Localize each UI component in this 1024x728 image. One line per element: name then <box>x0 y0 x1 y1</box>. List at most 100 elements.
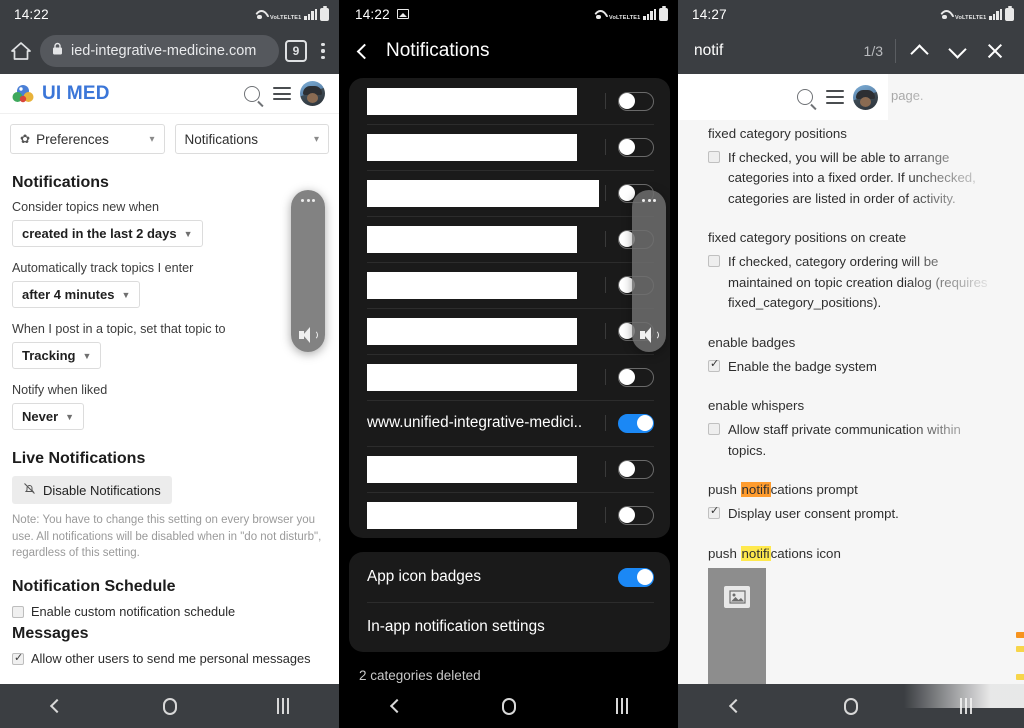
field-label-0: Consider topics new when <box>12 200 160 214</box>
volume-slider-overlay[interactable] <box>632 190 666 352</box>
dropdown-consider-topics-new[interactable]: created in the last 2 days ▼ <box>12 220 203 247</box>
table-row[interactable] <box>349 216 670 262</box>
scroll-marker[interactable] <box>1016 674 1024 680</box>
find-in-page-panel: 14:27 VoLTELTE1 notif 1/3 page. fixed ca… <box>678 0 1024 728</box>
dropdown-value: Never <box>22 409 59 424</box>
setting-checkbox[interactable] <box>708 151 720 163</box>
volume-slider-overlay[interactable] <box>291 190 325 352</box>
section-title-schedule: Notification Schedule <box>12 578 176 596</box>
dropdown-auto-track[interactable]: after 4 minutes ▼ <box>12 281 141 308</box>
schedule-checkbox-row[interactable]: Enable custom notification schedule <box>12 604 327 619</box>
setting-checkbox[interactable] <box>708 255 720 268</box>
chevron-down-icon[interactable] <box>938 32 976 70</box>
nav-back-icon[interactable] <box>27 698 87 714</box>
setting-name-post: cations prompt <box>770 482 858 498</box>
nav-recents-icon[interactable] <box>253 698 313 714</box>
url-text: ied-integrative-medicine.com <box>71 43 257 59</box>
hamburger-icon[interactable] <box>267 86 297 101</box>
row-toggle[interactable] <box>618 137 654 157</box>
setting-checkbox[interactable] <box>708 357 720 372</box>
speaker-icon[interactable] <box>640 327 659 343</box>
chevron-down-icon: ▼ <box>82 350 92 361</box>
setting-enable-whispers: enable whispers Allow staff private comm… <box>708 398 996 461</box>
table-row[interactable] <box>349 262 670 308</box>
table-row[interactable] <box>349 170 670 216</box>
checkbox-allow-pms[interactable] <box>12 651 24 666</box>
row-divider <box>605 277 606 293</box>
setting-checkbox[interactable] <box>708 504 720 520</box>
row-toggle[interactable] <box>618 505 654 525</box>
back-arrow-icon[interactable] <box>356 43 373 59</box>
kebab-menu-icon[interactable] <box>313 42 333 60</box>
row-toggle[interactable] <box>618 367 654 387</box>
notifications-select[interactable]: Notifications ▾ <box>174 124 329 154</box>
row-toggle[interactable] <box>618 413 654 433</box>
setting-name-post: cations icon <box>770 545 841 561</box>
user-avatar[interactable] <box>850 84 880 110</box>
row-in-app-notification-settings[interactable]: In-app notification settings <box>349 602 670 652</box>
nav-back-icon[interactable] <box>706 698 766 714</box>
brand[interactable]: UI MED <box>12 83 110 105</box>
row-toggle[interactable] <box>618 91 654 111</box>
more-dots-icon[interactable] <box>641 199 657 202</box>
row-divider <box>605 231 606 247</box>
scroll-marker-active[interactable] <box>1016 632 1024 638</box>
nav-recents-icon[interactable] <box>592 698 652 714</box>
messages-checkbox-row[interactable]: Allow other users to send me personal me… <box>12 651 327 666</box>
chevron-up-icon[interactable] <box>900 32 938 70</box>
image-icon <box>396 9 409 19</box>
dropdown-notify-liked[interactable]: Never ▼ <box>12 403 85 430</box>
close-icon[interactable] <box>976 32 1014 70</box>
dropdown-value: created in the last 2 days <box>22 226 177 241</box>
table-row[interactable] <box>349 446 670 492</box>
setting-fixed-category-positions-on-create: fixed category positions on create If ch… <box>708 230 996 313</box>
preferences-tabs: ✿ Preferences ▾ Notifications ▾ <box>0 114 339 154</box>
tab-count-button[interactable]: 9 <box>285 40 307 62</box>
row-app-icon-badges[interactable]: App icon badges <box>349 552 670 602</box>
dropdown-post-topic[interactable]: Tracking ▼ <box>12 342 102 369</box>
setting-checkbox[interactable] <box>708 423 720 436</box>
more-dots-icon[interactable] <box>300 199 316 202</box>
setting-name: enable whispers <box>708 398 805 414</box>
setting-description: Enable the badge system <box>728 358 877 374</box>
row-toggle[interactable] <box>618 459 654 479</box>
setting-description: Allow staff private communication within… <box>728 422 961 458</box>
nav-home-icon[interactable] <box>140 697 200 715</box>
image-upload-placeholder[interactable] <box>708 567 766 688</box>
speaker-icon[interactable] <box>299 327 318 343</box>
android-header: Notifications <box>341 28 678 74</box>
status-bar-browser: 14:22 VoLTELTE1 <box>0 0 339 28</box>
table-row[interactable] <box>349 492 670 538</box>
nav-home-icon[interactable] <box>821 697 881 715</box>
redacted-label <box>367 133 577 161</box>
floating-site-header <box>678 74 888 120</box>
nav-home-icon[interactable] <box>479 697 539 715</box>
app-icon-badges-toggle[interactable] <box>618 567 654 587</box>
setting-fixed-category-positions: fixed category positions If checked, you… <box>708 126 996 209</box>
hamburger-icon[interactable] <box>820 90 850 104</box>
android-nav-bar-3 <box>678 684 1024 728</box>
checkbox-enable-schedule[interactable] <box>12 606 24 619</box>
table-row[interactable] <box>349 354 670 400</box>
search-icon[interactable] <box>790 89 820 105</box>
browser-toolbar: ied-integrative-medicine.com 9 <box>0 28 339 74</box>
address-bar[interactable]: ied-integrative-medicine.com <box>40 35 279 67</box>
home-icon[interactable] <box>8 38 34 64</box>
table-row-site[interactable]: www.unified-integrative-medici.. <box>349 400 670 446</box>
notifications-select-label: Notifications <box>184 131 259 147</box>
battery-icon <box>659 5 668 21</box>
preferences-select[interactable]: ✿ Preferences ▾ <box>10 124 165 154</box>
table-row[interactable] <box>349 308 670 354</box>
scroll-marker[interactable] <box>1016 646 1024 652</box>
nav-back-icon[interactable] <box>367 698 427 714</box>
browser-panel: 14:22 VoLTELTE1 ied-integrative-medicine… <box>0 0 339 728</box>
find-input[interactable]: notif <box>694 42 723 60</box>
disable-notifications-button[interactable]: Disable Notifications <box>12 476 172 504</box>
section-title-live: Live Notifications <box>12 450 146 467</box>
row-divider <box>605 415 606 431</box>
table-row[interactable] <box>349 124 670 170</box>
nav-recents-icon[interactable] <box>936 698 996 714</box>
search-icon[interactable] <box>237 85 267 102</box>
user-avatar[interactable] <box>297 81 327 106</box>
table-row[interactable] <box>349 78 670 124</box>
